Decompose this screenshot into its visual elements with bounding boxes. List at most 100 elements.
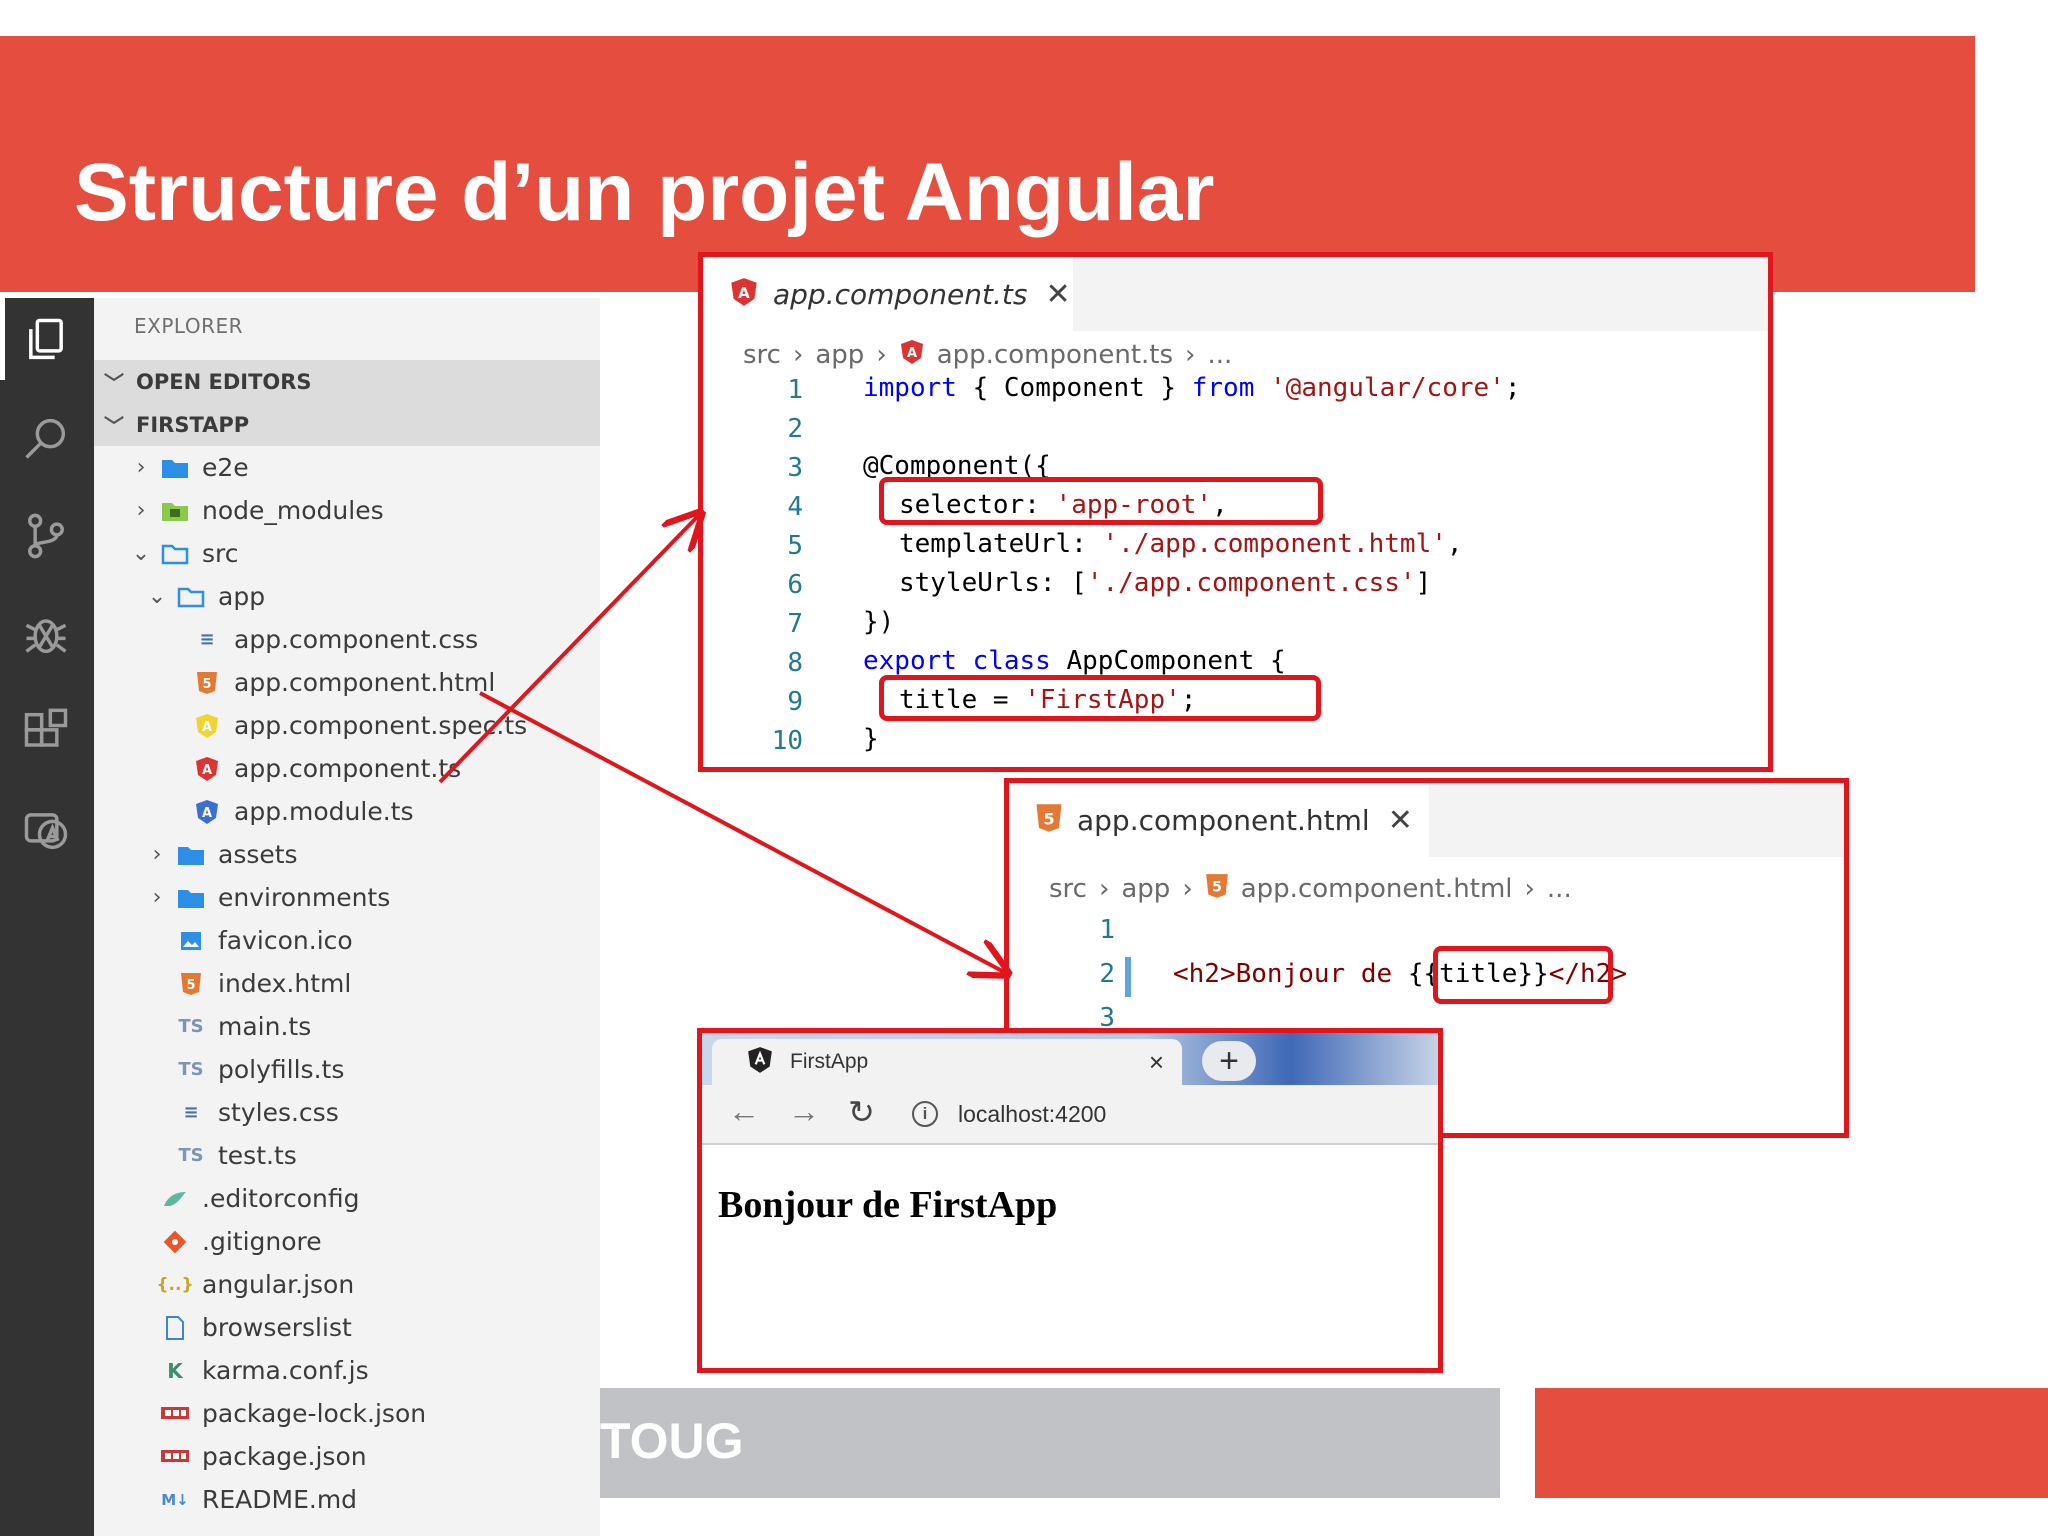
chevron-right-icon: › — [136, 498, 146, 523]
chevron-down-icon: ﹀ — [104, 371, 124, 395]
folder-icon — [176, 885, 206, 911]
binding-highlight — [1433, 946, 1613, 1004]
angular-extension-icon[interactable] — [18, 802, 74, 858]
tree-item-label: app.component.css — [234, 625, 479, 654]
tree-item-app-component-css[interactable]: ≡ app.component.css — [192, 618, 478, 661]
project-section[interactable]: ﹀ FIRSTAPP — [104, 403, 249, 446]
tree-item-styles-css[interactable]: ≡ styles.css — [176, 1091, 338, 1134]
tree-item-app-component-ts[interactable]: A app.component.ts — [192, 747, 461, 790]
close-icon[interactable]: ✕ — [1045, 277, 1070, 312]
tree-item-browserslist[interactable]: browserslist — [160, 1306, 352, 1349]
tree-item-app-component-html[interactable]: 5 app.component.html — [192, 661, 495, 704]
tree-item-label: favicon.ico — [218, 926, 353, 955]
close-icon[interactable]: × — [1149, 1047, 1164, 1078]
breadcrumb-item[interactable]: src — [1049, 874, 1087, 904]
browser-tab[interactable]: FirstApp × — [712, 1039, 1182, 1085]
tree-item-app-component-spec-ts[interactable]: A app.component.spec.ts — [192, 704, 527, 747]
tree-item-package-lock[interactable]: package-lock.json — [160, 1392, 426, 1435]
line-number: 8 — [787, 648, 803, 678]
tree-item-favicon[interactable]: favicon.ico — [176, 919, 353, 962]
code-token: AppComponent { — [1050, 646, 1286, 676]
breadcrumb-item[interactable]: ... — [1547, 874, 1572, 904]
tree-item-app[interactable]: ⌄ app — [146, 575, 265, 618]
explorer-sidebar: EXPLORER ﹀ OPEN EDITORS ﹀ FIRSTAPP › e2e… — [94, 298, 600, 1536]
tree-item-label: app.module.ts — [234, 797, 414, 826]
breadcrumb-item[interactable]: ... — [1207, 340, 1232, 370]
breadcrumb-item[interactable]: app.component.ts — [937, 340, 1173, 370]
browser-window: FirstApp × + ← → ↻ i localhost:4200 Bonj… — [697, 1028, 1443, 1373]
tree-item-label: package-lock.json — [202, 1399, 427, 1428]
code-token: '@angular/core' — [1270, 373, 1505, 403]
git-icon — [160, 1229, 190, 1255]
code-token: styleUrls: [ — [899, 568, 1087, 598]
git-change-marker — [1125, 957, 1131, 997]
tree-item-editorconfig[interactable]: .editorconfig — [160, 1177, 359, 1220]
tree-item-app-module-ts[interactable]: A app.module.ts — [192, 790, 413, 833]
code-line-5[interactable]: templateUrl: './app.component.html', — [899, 525, 1463, 563]
tree-item-gitignore[interactable]: .gitignore — [160, 1220, 322, 1263]
breadcrumb-item[interactable]: app — [815, 340, 864, 370]
search-icon[interactable] — [18, 410, 74, 466]
selector-highlight — [879, 477, 1323, 525]
code-line-10[interactable]: } — [863, 720, 879, 758]
tab-label: app.component.html — [1077, 803, 1370, 837]
tree-item-package-json[interactable]: package.json — [160, 1435, 367, 1478]
open-editors-label: OPEN EDITORS — [136, 369, 312, 394]
tree-item-label: app — [218, 582, 266, 611]
tree-item-test-ts[interactable]: TS test.ts — [176, 1134, 296, 1177]
active-indicator — [0, 298, 5, 380]
source-control-icon[interactable] — [18, 508, 74, 564]
code-token: { Component } — [956, 373, 1192, 403]
svg-text:A: A — [907, 346, 917, 361]
code-line-7[interactable]: }) — [863, 603, 894, 641]
tree-item-environments[interactable]: › environments — [146, 876, 391, 919]
breadcrumb-item[interactable]: app.component.html — [1241, 874, 1513, 904]
extensions-icon[interactable] — [18, 704, 74, 760]
code-token: ] — [1415, 568, 1432, 598]
tree-item-readme[interactable]: M↓ README.md — [160, 1478, 357, 1521]
reload-icon[interactable]: ↻ — [848, 1093, 875, 1131]
code-token: } — [863, 724, 879, 754]
tree-item-e2e[interactable]: › e2e — [130, 446, 249, 489]
back-arrow-icon[interactable]: ← — [728, 1093, 760, 1130]
address-bar[interactable]: i localhost:4200 — [912, 1093, 1438, 1135]
tree-item-index-html[interactable]: 5 index.html — [176, 962, 351, 1005]
tree-item-label: .editorconfig — [202, 1184, 360, 1213]
tree-item-label: src — [202, 539, 239, 568]
chevron-down-icon: ⌄ — [147, 584, 167, 609]
forward-arrow-icon[interactable]: → — [788, 1093, 820, 1130]
folder-icon — [160, 455, 190, 481]
code-token: , — [1446, 529, 1463, 559]
chevron-right-icon: › — [152, 885, 162, 910]
tree-item-karma-conf[interactable]: K karma.conf.js — [160, 1349, 368, 1392]
npm-icon — [160, 1444, 190, 1470]
tree-item-assets[interactable]: › assets — [146, 833, 298, 876]
tree-item-main-ts[interactable]: TS main.ts — [176, 1005, 311, 1048]
chevron-right-icon: › — [876, 340, 887, 370]
tree-item-label: main.ts — [218, 1012, 312, 1041]
info-icon[interactable]: i — [912, 1101, 938, 1127]
code-line-1[interactable]: import { Component } from '@angular/core… — [863, 369, 1520, 407]
code-line-6[interactable]: styleUrls: ['./app.component.css'] — [899, 564, 1431, 602]
tree-item-angular-json[interactable]: {..} angular.json — [156, 1263, 354, 1306]
tree-item-label: .gitignore — [202, 1227, 322, 1256]
tree-item-label: app.component.ts — [234, 754, 462, 783]
tab-label: app.component.ts — [773, 277, 1028, 311]
tree-item-src[interactable]: ⌄ src — [130, 532, 239, 575]
tree-item-polyfills-ts[interactable]: TS polyfills.ts — [176, 1048, 344, 1091]
tab-app-component-html[interactable]: 5 app.component.html ✕ — [1009, 783, 1429, 857]
tree-item-node-modules[interactable]: › node_modules — [130, 489, 384, 532]
close-icon[interactable]: ✕ — [1388, 803, 1413, 838]
new-tab-button[interactable]: + — [1202, 1041, 1256, 1081]
activity-bar — [0, 298, 94, 1536]
title-highlight — [879, 675, 1321, 721]
angular-logo-icon — [746, 1046, 774, 1079]
breadcrumb-item[interactable]: app — [1121, 874, 1170, 904]
open-editors-section[interactable]: ﹀ OPEN EDITORS — [104, 360, 312, 403]
tab-app-component-ts[interactable]: A app.component.ts ✕ — [703, 257, 1073, 331]
html-file-icon: 5 — [192, 670, 222, 696]
breadcrumb-item[interactable]: src — [743, 340, 781, 370]
svg-text:5: 5 — [186, 978, 195, 993]
explorer-icon[interactable] — [18, 312, 74, 368]
debug-icon[interactable] — [18, 606, 74, 662]
